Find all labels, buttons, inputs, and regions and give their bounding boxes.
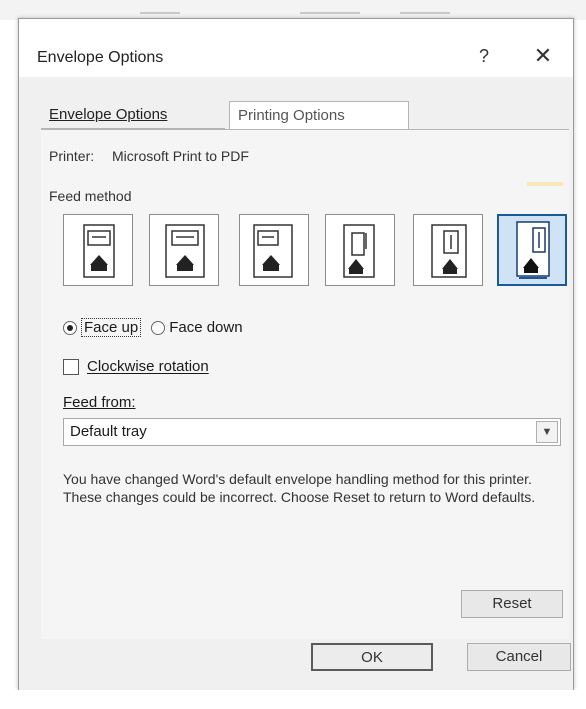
help-icon[interactable]: ? xyxy=(467,41,501,71)
chevron-down-icon[interactable]: ▼ xyxy=(536,421,558,443)
reset-button[interactable]: Reset xyxy=(461,590,563,618)
printer-label: Printer: xyxy=(49,148,95,164)
background-bottom-strip xyxy=(0,690,586,709)
feed-method-label: Feed method xyxy=(49,188,132,204)
feed-method-2-icon[interactable] xyxy=(149,214,219,286)
background-line xyxy=(140,12,180,14)
background-line xyxy=(300,12,360,14)
feed-from-select[interactable]: Default tray ▼ xyxy=(63,418,561,446)
printer-line: Printer: Microsoft Print to PDF xyxy=(49,148,249,164)
changed-defaults-message: You have changed Word's default envelope… xyxy=(63,470,557,506)
cancel-button[interactable]: Cancel xyxy=(467,643,571,671)
feed-method-options xyxy=(63,214,567,290)
background-window-strip xyxy=(0,0,586,20)
background-line xyxy=(400,12,450,14)
face-orientation-group: Face up Face down xyxy=(63,318,243,337)
feed-from-value: Default tray xyxy=(70,423,147,440)
tab-envelope-options[interactable]: Envelope Options xyxy=(41,101,225,129)
tab-printing-options[interactable]: Printing Options xyxy=(229,101,409,129)
clockwise-rotation-row: Clockwise rotation xyxy=(63,358,209,375)
face-down-radio[interactable] xyxy=(151,320,166,335)
message-line-1: You have changed Word's default envelope… xyxy=(63,471,532,487)
printing-options-panel: Printer: Microsoft Print to PDF Feed met… xyxy=(41,129,569,639)
close-icon[interactable]: ✕ xyxy=(523,41,563,71)
ok-button[interactable]: OK xyxy=(311,643,433,671)
feed-from-label-text: Feed from: xyxy=(63,394,136,411)
tab-label: Envelope Options xyxy=(49,106,168,123)
feed-method-6-icon[interactable] xyxy=(497,214,567,286)
dialog-title: Envelope Options xyxy=(37,49,164,66)
dialog-footer: OK Cancel xyxy=(19,639,573,691)
clockwise-rotation-label[interactable]: Clockwise rotation xyxy=(87,358,209,375)
face-down-label[interactable]: Face down xyxy=(169,319,242,336)
clockwise-rotation-checkbox[interactable] xyxy=(63,358,79,375)
feed-method-4-icon[interactable] xyxy=(325,214,395,286)
dialog-titlebar: Envelope Options ? ✕ xyxy=(19,19,573,77)
feed-method-3-icon[interactable] xyxy=(239,214,309,286)
tab-label: Printing Options xyxy=(238,107,345,124)
face-up-radio[interactable] xyxy=(63,320,77,335)
envelope-options-dialog: Envelope Options ? ✕ Envelope Options Pr… xyxy=(18,18,574,691)
message-line-2: These changes could be incorrect. Choose… xyxy=(63,489,536,505)
printer-name: Microsoft Print to PDF xyxy=(112,148,249,164)
feed-method-5-icon[interactable] xyxy=(413,214,483,286)
accent-line xyxy=(527,182,563,186)
feed-from-label: Feed from: xyxy=(63,394,136,411)
face-up-label[interactable]: Face up xyxy=(81,318,142,337)
feed-method-1-icon[interactable] xyxy=(63,214,133,286)
